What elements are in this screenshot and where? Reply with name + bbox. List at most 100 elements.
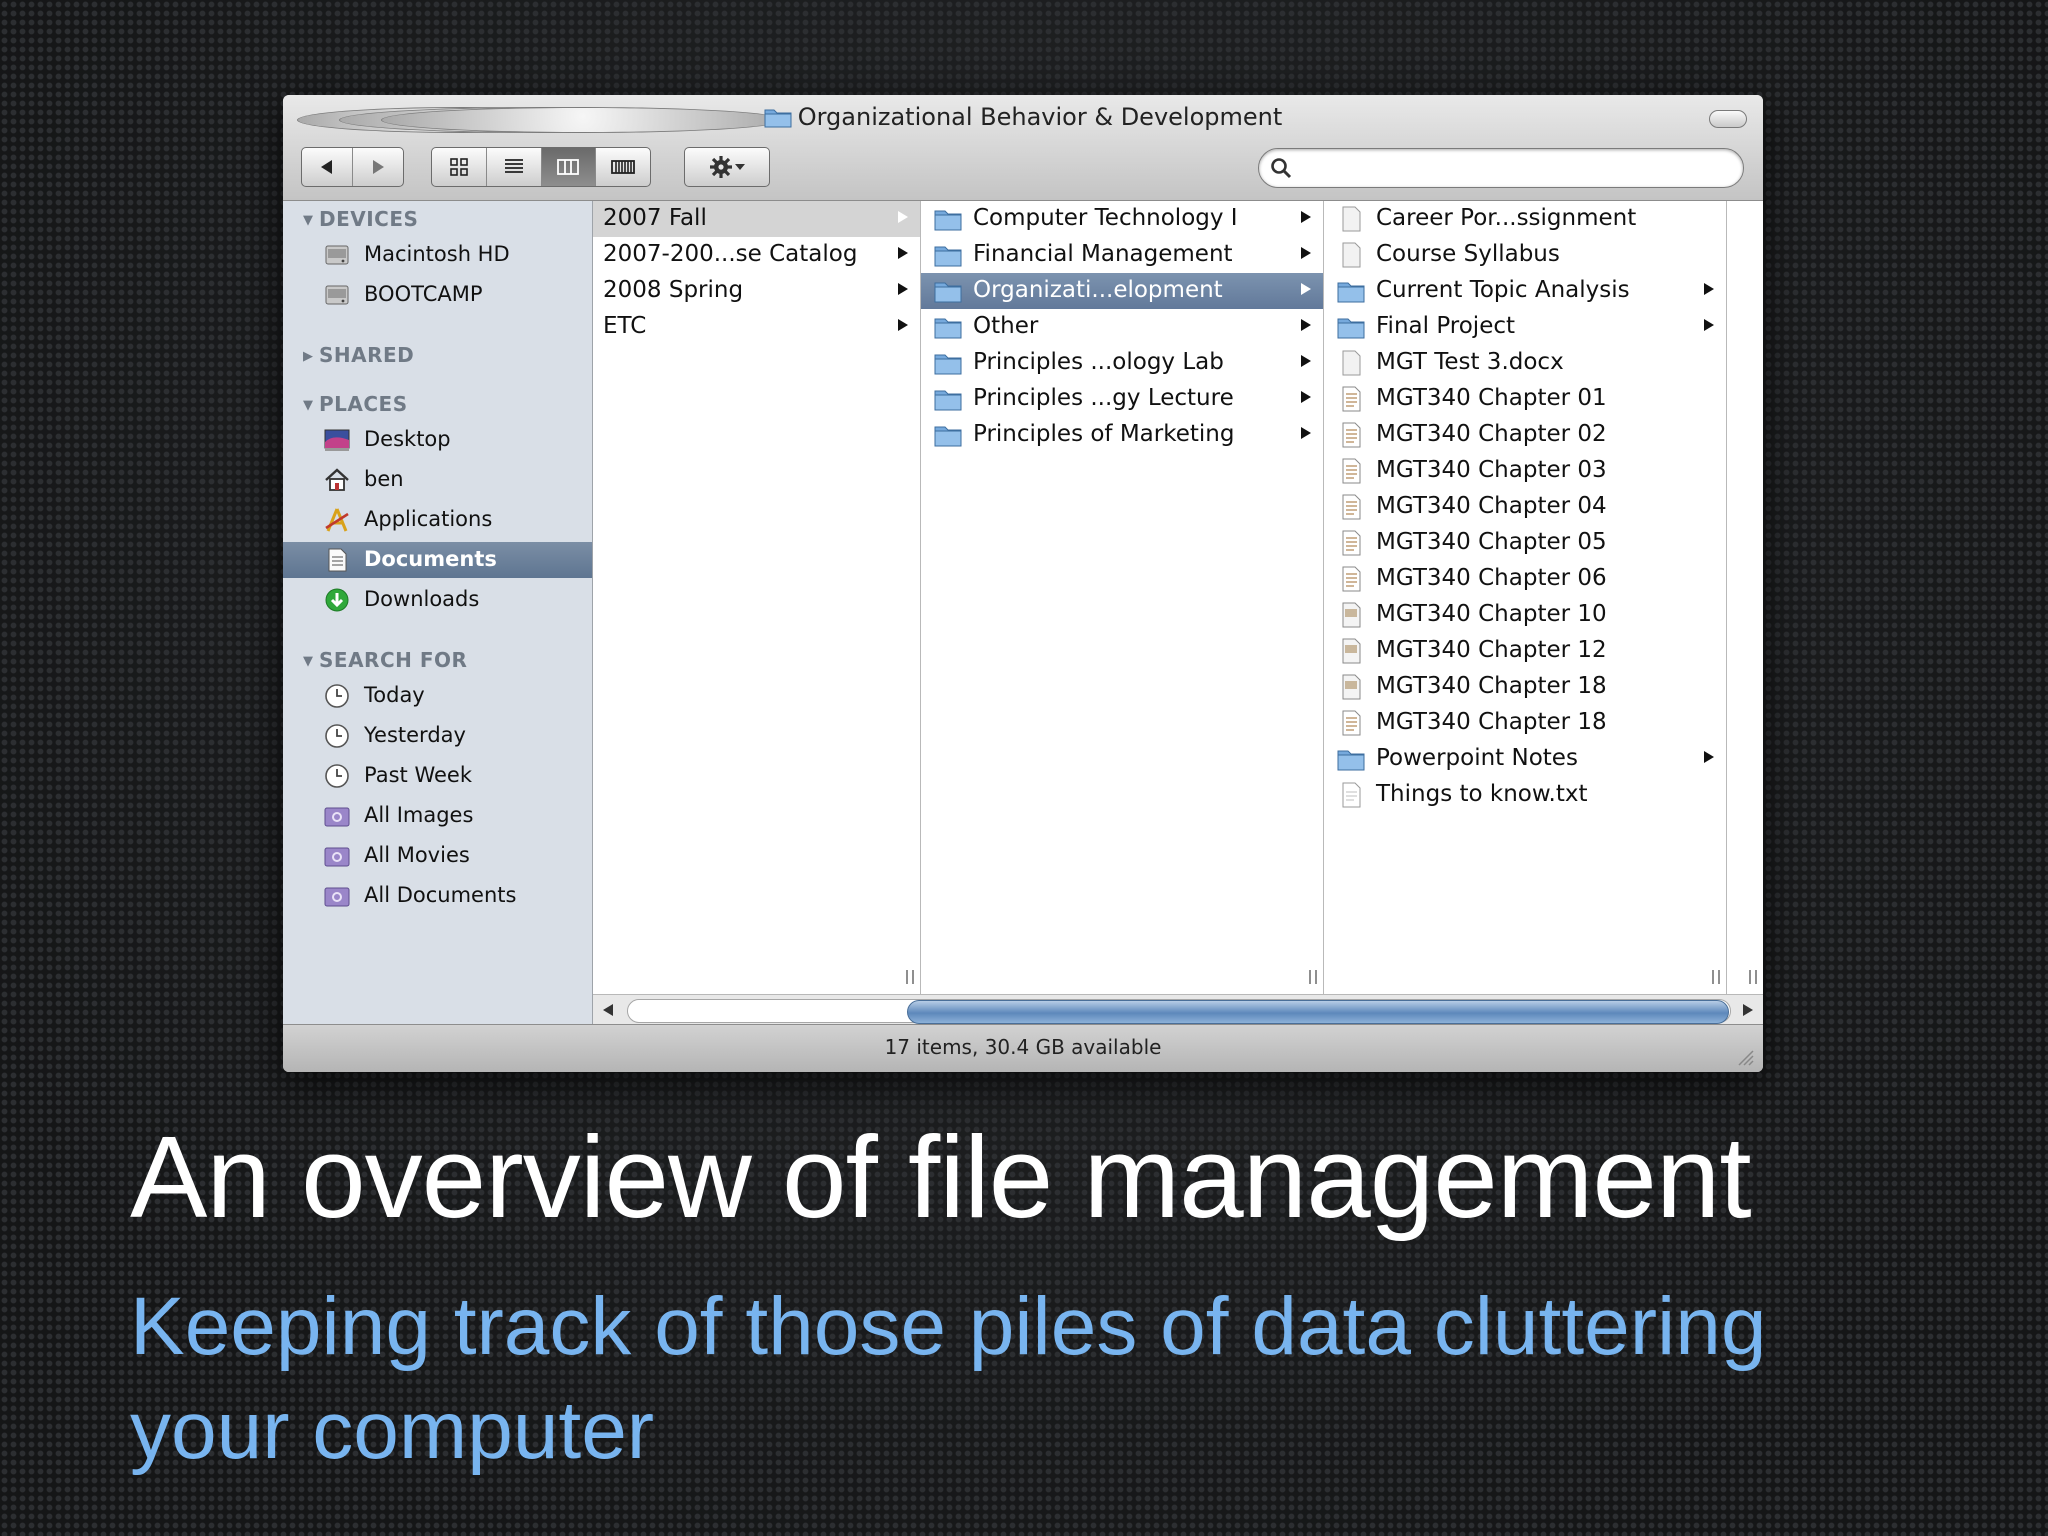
sidebar-item-documents[interactable]: Documents [283,542,592,578]
browser-column-empty[interactable] [1727,201,1763,994]
sidebar-item-label: BOOTCAMP [364,282,483,306]
disclosure-arrow-icon [1301,211,1311,223]
column-resize-handle[interactable] [1749,970,1757,984]
back-button[interactable] [302,148,353,186]
toolbar-toggle-button[interactable] [1709,110,1747,128]
column-item-chapter-18-b[interactable]: MGT340 Chapter 18 [1324,705,1726,741]
column-resize-handle[interactable] [1712,970,1720,984]
coverflow-view-button[interactable] [596,148,650,186]
column-item-organizational-development[interactable]: Organizati...elopment [921,273,1323,309]
folder-icon [934,390,962,411]
sidebar-section-shared[interactable]: ▶ SHARED [303,343,414,367]
icon-view-button[interactable] [432,148,487,186]
column-item-other[interactable]: Other [921,309,1323,345]
forward-button[interactable] [353,148,403,186]
column-item-principles-lab[interactable]: Principles ...ology Lab [921,345,1323,381]
column-resize-handle[interactable] [906,970,914,984]
document-icon [1342,494,1361,520]
column-item-2007-fall[interactable]: 2007 Fall [593,201,920,237]
column-item-career-portfolio[interactable]: Career Por...ssignment [1324,201,1726,237]
sidebar-item-today[interactable]: Today [283,678,592,714]
sidebar-item-label: ben [364,467,404,491]
sidebar-item-ben[interactable]: ben [283,462,592,498]
column-item-final-project[interactable]: Final Project [1324,309,1726,345]
smart-folder-icon [324,887,350,907]
column-item-chapter-05[interactable]: MGT340 Chapter 05 [1324,525,1726,561]
list-view-button[interactable] [487,148,542,186]
document-icon [1342,674,1361,700]
browser-column-2[interactable]: Computer Technology I Financial Manageme… [921,201,1324,994]
sidebar-section-places[interactable]: ▼ PLACES [303,392,408,416]
column-item-chapter-18-a[interactable]: MGT340 Chapter 18 [1324,669,1726,705]
sidebar-item-all-images[interactable]: All Images [283,798,592,834]
column-item-2008-spring[interactable]: 2008 Spring [593,273,920,309]
column-item-etc[interactable]: ETC [593,309,920,345]
sidebar-item-all-movies[interactable]: All Movies [283,838,592,874]
sidebar-item-bootcamp[interactable]: BOOTCAMP [283,277,592,313]
sidebar-item-applications[interactable]: Applications [283,502,592,538]
column-item-label: 2008 Spring [603,277,744,303]
column-item-principles-marketing[interactable]: Principles of Marketing [921,417,1323,453]
action-button-face[interactable] [685,148,769,186]
sidebar-section-devices[interactable]: ▼ DEVICES [303,207,418,231]
column-item-chapter-12[interactable]: MGT340 Chapter 12 [1324,633,1726,669]
column-view-button[interactable] [541,148,597,186]
column-item-label: MGT340 Chapter 03 [1376,457,1607,483]
sidebar-item-macintosh-hd[interactable]: Macintosh HD [283,237,592,273]
column-item-chapter-10[interactable]: MGT340 Chapter 10 [1324,597,1726,633]
disclosure-arrow-icon [1704,283,1714,295]
clock-icon [325,724,349,748]
column-item-label: MGT340 Chapter 18 [1376,709,1607,735]
column-item-chapter-06[interactable]: MGT340 Chapter 06 [1324,561,1726,597]
sidebar-item-desktop[interactable]: Desktop [283,422,592,458]
hard-drive-icon [325,245,349,265]
document-icon [1342,566,1361,592]
column-resize-handle[interactable] [1309,970,1317,984]
column-item-mgt-test-3[interactable]: MGT Test 3.docx [1324,345,1726,381]
folder-icon [934,246,962,267]
sidebar-item-all-documents[interactable]: All Documents [283,878,592,914]
sidebar-item-past-week[interactable]: Past Week [283,758,592,794]
column-item-powerpoint-notes[interactable]: Powerpoint Notes [1324,741,1726,777]
downloads-icon [325,588,349,612]
column-item-chapter-03[interactable]: MGT340 Chapter 03 [1324,453,1726,489]
resize-grip-icon[interactable] [1733,1045,1755,1067]
column-item-catalog[interactable]: 2007-200...se Catalog [593,237,920,273]
browser-column-1[interactable]: 2007 Fall 2007-200...se Catalog 2008 Spr… [593,201,921,994]
scrollbar-thumb[interactable] [907,1000,1729,1024]
scroll-left-arrow-icon[interactable] [603,1004,613,1016]
column-item-computer-technology[interactable]: Computer Technology I [921,201,1323,237]
column-item-label: ETC [603,313,647,339]
folder-icon [934,210,962,231]
documents-icon [328,548,347,572]
column-item-chapter-02[interactable]: MGT340 Chapter 02 [1324,417,1726,453]
column-item-principles-lecture[interactable]: Principles ...gy Lecture [921,381,1323,417]
column-item-things-to-know[interactable]: Things to know.txt [1324,777,1726,813]
horizontal-scrollbar[interactable] [593,994,1763,1025]
hard-drive-icon [325,285,349,305]
browser-column-3[interactable]: Career Por...ssignment Course Syllabus C… [1324,201,1727,994]
column-item-chapter-04[interactable]: MGT340 Chapter 04 [1324,489,1726,525]
folder-icon [934,282,962,303]
view-mode-buttons [431,147,651,187]
sidebar-section-search-for[interactable]: ▼ SEARCH FOR [303,648,467,672]
scroll-right-arrow-icon[interactable] [1743,1004,1753,1016]
icon-view-icon [450,158,468,176]
column-item-chapter-01[interactable]: MGT340 Chapter 01 [1324,381,1726,417]
column-item-label: MGT340 Chapter 04 [1376,493,1607,519]
column-item-label: Principles of Marketing [973,421,1235,447]
window-title: Organizational Behavior & Development [283,103,1763,131]
sidebar-item-downloads[interactable]: Downloads [283,582,592,618]
search-field[interactable] [1258,148,1744,188]
home-icon [325,468,349,491]
disclosure-arrow-icon [898,247,908,259]
document-icon [1342,710,1361,736]
action-menu-button[interactable] [684,147,770,187]
column-item-label: MGT340 Chapter 06 [1376,565,1607,591]
disclosure-arrow-icon [1301,283,1311,295]
slide-title: An overview of file management [130,1112,1752,1242]
column-item-financial-management[interactable]: Financial Management [921,237,1323,273]
column-item-course-syllabus[interactable]: Course Syllabus [1324,237,1726,273]
sidebar-item-yesterday[interactable]: Yesterday [283,718,592,754]
column-item-current-topic-analysis[interactable]: Current Topic Analysis [1324,273,1726,309]
